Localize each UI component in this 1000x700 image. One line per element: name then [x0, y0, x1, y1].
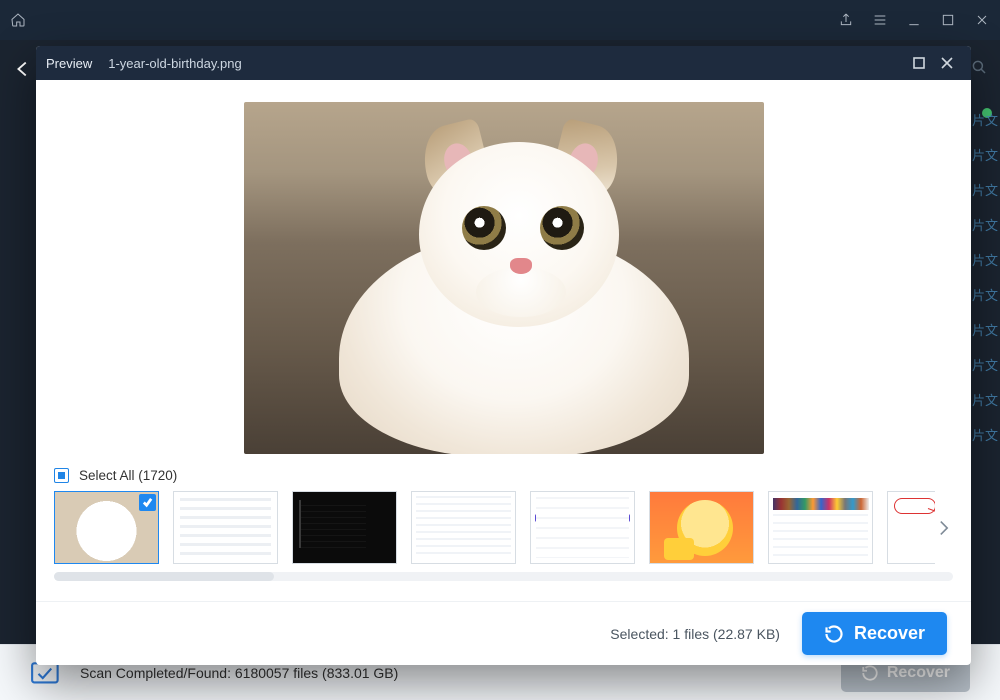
thumbnail-strip — [54, 491, 935, 564]
background-file-chip: 片文 — [972, 215, 1000, 234]
recover-button-disabled-label: Recover — [887, 664, 950, 682]
select-all-label: Select All (1720) — [79, 468, 177, 483]
thumb-settings-1[interactable] — [173, 491, 278, 564]
selected-count-text: Selected: 1 files (22.87 KB) — [610, 626, 780, 642]
thumb-cat[interactable] — [54, 491, 159, 564]
preview-filename: 1-year-old-birthday.png — [108, 56, 241, 71]
background-file-chip: 片文 — [972, 425, 1000, 444]
thumbnail-checked-icon — [139, 494, 156, 511]
background-file-chip: 片文 — [972, 320, 1000, 339]
thumbnails-scrollbar[interactable] — [54, 572, 953, 581]
recover-button[interactable]: Recover — [802, 612, 947, 655]
recover-button-label: Recover — [854, 623, 925, 644]
preview-modal: Preview 1-year-old-birthday.png Select A… — [36, 46, 971, 665]
select-all-checkbox[interactable] — [54, 468, 69, 483]
close-icon[interactable] — [974, 12, 990, 28]
back-icon[interactable] — [12, 58, 34, 85]
background-file-chip: 片文 — [972, 390, 1000, 409]
preview-title: Preview — [46, 56, 92, 71]
home-icon[interactable] — [10, 12, 26, 28]
maximize-icon[interactable] — [940, 12, 956, 28]
background-file-chip: 片文 — [972, 285, 1000, 304]
background-file-list: 片文片文片文片文片文片文片文片文片文片文 — [972, 80, 1000, 660]
preview-modal-footer: Selected: 1 files (22.87 KB) Recover — [36, 601, 971, 665]
background-file-chip: 片文 — [972, 355, 1000, 374]
background-file-chip: 片文 — [972, 250, 1000, 269]
menu-icon[interactable] — [872, 12, 888, 28]
preview-modal-header: Preview 1-year-old-birthday.png — [36, 46, 971, 80]
thumb-explorer[interactable] — [411, 491, 516, 564]
thumb-diagram[interactable] — [887, 491, 935, 564]
modal-close-icon[interactable] — [933, 49, 961, 77]
thumb-dialog[interactable] — [530, 491, 635, 564]
thumb-terminal[interactable] — [292, 491, 397, 564]
preview-area — [36, 80, 971, 468]
preview-image — [244, 102, 764, 454]
thumb-gallery[interactable] — [768, 491, 873, 564]
share-icon[interactable] — [838, 12, 854, 28]
background-file-chip: 片文 — [972, 110, 1000, 129]
app-titlebar — [0, 0, 1000, 40]
background-file-chip: 片文 — [972, 145, 1000, 164]
status-text: Scan Completed/Found: 6180057 files (833… — [80, 665, 398, 681]
modal-maximize-icon[interactable] — [905, 49, 933, 77]
thumbnails-next-icon[interactable] — [935, 491, 953, 564]
thumb-emoji[interactable] — [649, 491, 754, 564]
search-icon[interactable] — [970, 58, 988, 81]
minimize-icon[interactable] — [906, 12, 922, 28]
background-file-chip: 片文 — [972, 180, 1000, 199]
